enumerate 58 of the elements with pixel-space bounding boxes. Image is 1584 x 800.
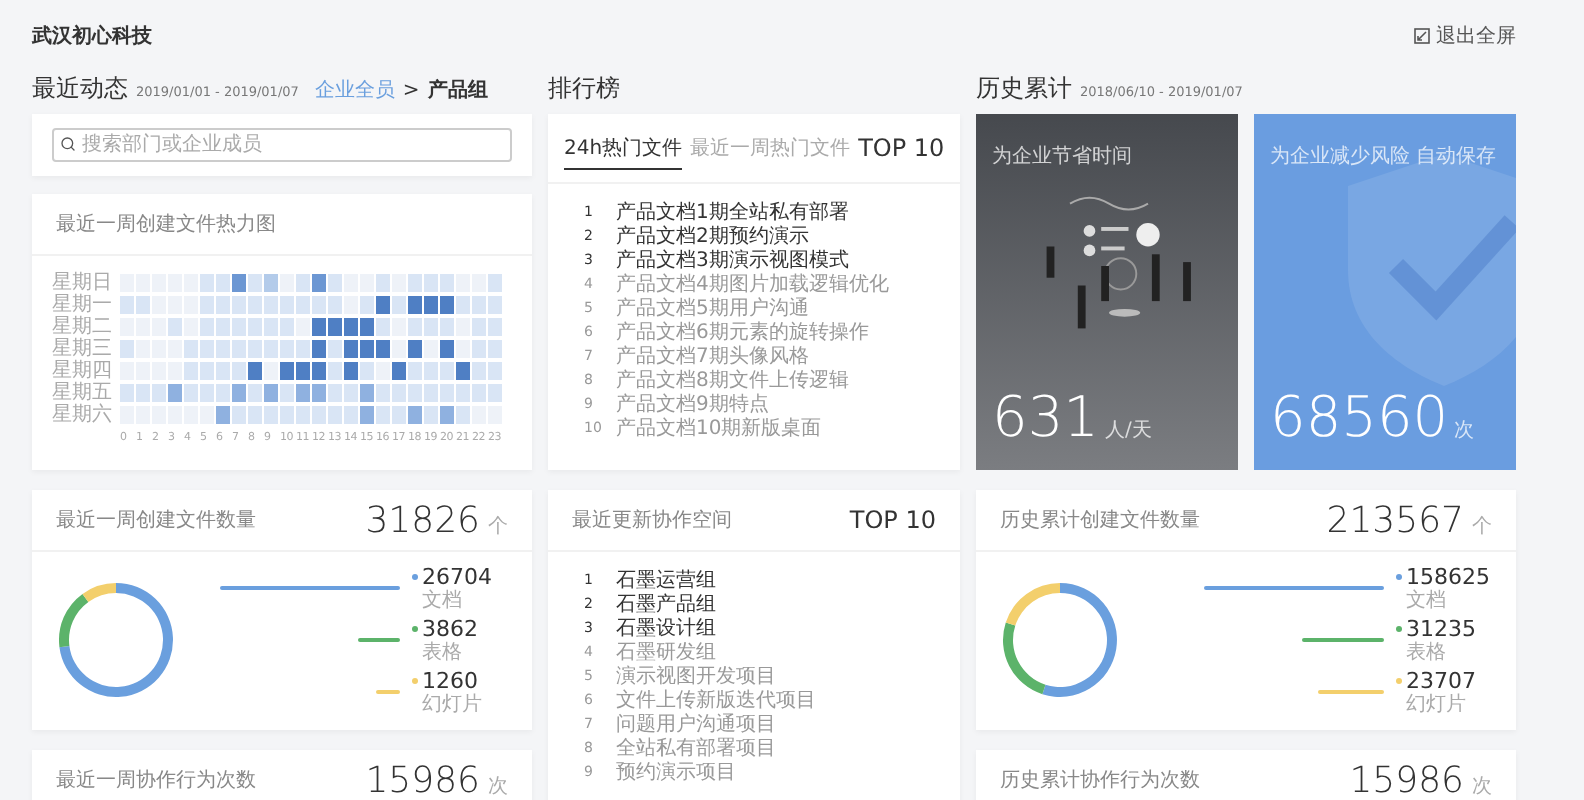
highlight-value: 631 (992, 384, 1099, 450)
breadcrumb-separator: > (402, 80, 420, 102)
legend-value: 23707 (1406, 669, 1476, 693)
legend-value: 158625 (1406, 565, 1490, 589)
day-label: 星期日 (52, 273, 114, 293)
unit-label: 个 (488, 513, 508, 539)
legend-label: 文档 (1406, 589, 1448, 611)
highlight-title: 为企业节省时间 (992, 143, 1134, 170)
top-label: TOP 10 (849, 506, 936, 534)
search-field[interactable]: 搜索部门或企业成员 (52, 128, 512, 162)
legend-label: 幻灯片 (422, 693, 484, 715)
card-title: 最近一周协作行为次数 (56, 767, 256, 794)
unit-label: 次 (1454, 418, 1475, 444)
brand-name: 武汉初心科技 (32, 22, 152, 50)
search-icon (60, 136, 76, 152)
card-title: 历史累计创建文件数量 (1000, 507, 1200, 534)
legend-value: 31235 (1406, 617, 1476, 641)
unit-label: 人/天 (1104, 418, 1152, 444)
card-title: 最近一周创建文件热力图 (56, 211, 276, 238)
highlight-title: 为企业减少风险 自动保存 (1270, 143, 1499, 170)
section-title: 历史累计 (976, 72, 1072, 106)
card-title: 历史累计协作行为次数 (1000, 767, 1200, 794)
exit-fullscreen-icon (1414, 28, 1430, 44)
legend-bar (375, 689, 400, 695)
day-label: 星期四 (52, 361, 114, 381)
total-count: 213567 (1326, 499, 1464, 541)
legend-bar (1318, 689, 1384, 695)
total-count: 15986 (365, 759, 480, 800)
ranking-tab[interactable]: 24h热门文件 (564, 127, 683, 169)
highlight-value: 68560 (1270, 384, 1449, 450)
legend-label: 表格 (422, 641, 464, 663)
day-label: 星期三 (52, 339, 114, 359)
legend-value: 3862 (422, 617, 478, 641)
legend-bar (358, 637, 400, 643)
legend-label: 幻灯片 (1406, 693, 1468, 715)
card-title: 最近更新协作空间 (572, 507, 732, 534)
exit-fullscreen-button[interactable]: 退出全屏 (1414, 22, 1516, 50)
day-label: 星期一 (52, 295, 114, 315)
unit-label: 次 (1472, 773, 1492, 799)
breadcrumb-link[interactable]: 企业全员 (314, 76, 395, 104)
card-title: 最近一周创建文件数量 (56, 507, 256, 534)
total-count: 15986 (1349, 759, 1464, 800)
legend-value: 26704 (422, 565, 492, 589)
legend-value: 1260 (422, 669, 478, 693)
top-label: TOP 10 (858, 134, 945, 162)
section-title: 最近动态 (32, 72, 128, 106)
day-label: 星期二 (52, 317, 114, 337)
legend-bar (1302, 637, 1384, 643)
total-count: 31826 (365, 499, 480, 541)
section-title: 排行榜 (548, 72, 620, 106)
ranking-tab[interactable]: 最近一周热门文件 (690, 127, 851, 169)
unit-label: 个 (1472, 513, 1492, 539)
day-label: 星期五 (52, 383, 114, 403)
unit-label: 次 (488, 773, 508, 799)
legend-label: 文档 (422, 589, 464, 611)
breadcrumb-current: 产品组 (427, 77, 488, 104)
day-label: 星期六 (52, 405, 114, 425)
legend-label: 表格 (1406, 641, 1448, 663)
